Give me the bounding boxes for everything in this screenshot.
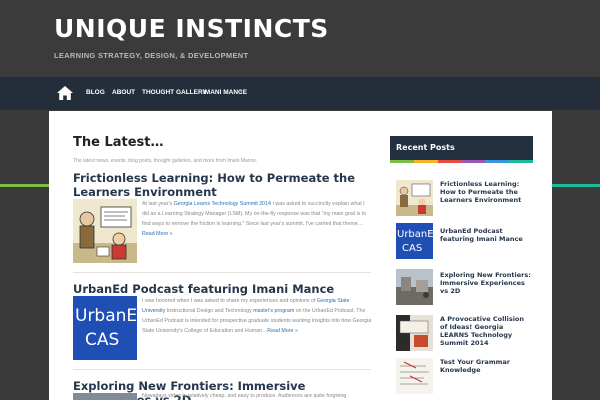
post-excerpt: At last year's Georgia Learns Technology… [142, 201, 367, 237]
home-icon[interactable] [56, 85, 74, 101]
site-title[interactable]: UNIQUE INSTINCTS [54, 14, 329, 43]
recent-post-title[interactable]: Exploring New Frontiers: Immersive Exper… [440, 271, 532, 295]
recent-post-item[interactable]: Exploring New Frontiers: Immersive Exper… [390, 269, 533, 309]
recent-post-title[interactable]: Test Your Grammar Knowledge [440, 358, 532, 374]
page-title: The Latest… [73, 135, 164, 150]
post-excerpt: Nowadays video is relatively cheap, and … [142, 393, 347, 399]
recent-post-item[interactable]: Test Your Grammar Knowledge [390, 358, 533, 398]
post-thumbnail-cartoon[interactable] [73, 199, 137, 263]
site-tagline: LEARNING STRATEGY, DESIGN, & DEVELOPMENT [54, 51, 249, 60]
nav-item-blog[interactable]: BLOG [86, 89, 105, 96]
recent-post-item[interactable]: Frictionless Learning: How to Permeate t… [390, 180, 533, 220]
recent-post-title[interactable]: Frictionless Learning: How to Permeate t… [440, 180, 532, 204]
main-navigation: BLOG ABOUT THOUGHT GALLERY IMANI MANCE ▾ [0, 77, 600, 187]
recent-thumbnail-frontiers[interactable] [396, 269, 433, 305]
divider [73, 369, 371, 370]
recent-thumbnail-urbaned-cast[interactable]: UrbanE CAS [396, 223, 433, 259]
color-stripe [390, 160, 533, 163]
post-title[interactable]: UrbanEd Podcast featuring Imani Mance [73, 282, 373, 296]
recent-thumbnail-summit[interactable] [396, 315, 433, 351]
post-excerpt: I was honored when I was asked to share … [142, 298, 372, 334]
recent-thumbnail-cartoon[interactable] [396, 180, 433, 216]
nav-item-thought-gallery[interactable]: THOUGHT GALLERY [142, 89, 207, 96]
recent-post-title[interactable]: UrbanEd Podcast featuring Imani Mance [440, 227, 532, 243]
nav-item-about[interactable]: ABOUT [112, 89, 135, 96]
post-link[interactable]: master's program [253, 308, 294, 314]
post-thumbnail-urbaned-cast[interactable]: UrbanE CAS [73, 296, 137, 360]
content-area: The Latest… The latest news, events, blo… [49, 111, 552, 400]
recent-thumbnail-grammar[interactable] [396, 358, 433, 394]
site-header: UNIQUE INSTINCTS LEARNING STRATEGY, DESI… [0, 0, 600, 77]
recent-post-title[interactable]: A Provocative Collision of Ideas! Georgi… [440, 315, 532, 347]
post-thumbnail-frontiers[interactable] [73, 393, 137, 400]
post-title[interactable]: Frictionless Learning: How to Permeate t… [73, 171, 373, 199]
read-more-link[interactable]: Read More » [142, 231, 173, 237]
divider [73, 272, 371, 273]
widget-title: Recent Posts [390, 136, 533, 160]
recent-post-item[interactable]: UrbanE CAS UrbanEd Podcast featuring Ima… [390, 223, 533, 263]
recent-posts-widget: Recent Posts [390, 136, 533, 163]
read-more-link[interactable]: Read More » [267, 328, 298, 334]
recent-post-item[interactable]: A Provocative Collision of Ideas! Georgi… [390, 315, 533, 355]
chevron-down-icon[interactable]: ▾ [240, 89, 243, 95]
post-link[interactable]: Georgia Learns Technology Summit 2014 [174, 201, 271, 207]
page-subtitle: The latest news, events, blog posts, tho… [73, 158, 258, 164]
